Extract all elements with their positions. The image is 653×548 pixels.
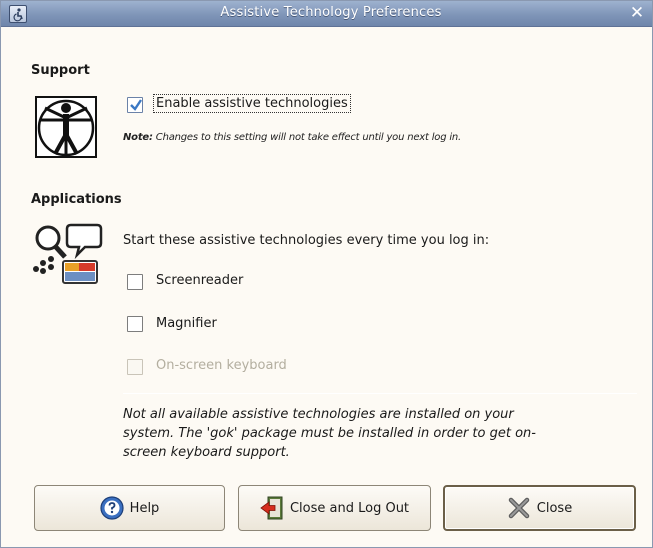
onscreen-keyboard-checkbox xyxy=(127,359,143,375)
magnifier-checkbox[interactable] xyxy=(127,316,143,332)
applications-heading: Applications xyxy=(31,192,122,207)
support-heading: Support xyxy=(31,63,90,78)
note-text: Changes to this setting will not take ef… xyxy=(152,132,462,143)
preferences-dialog: Assistive Technology Preferences ✕ Suppo… xyxy=(0,0,653,548)
screenreader-checkbox[interactable] xyxy=(127,274,143,290)
install-info-text: Not all available assistive technologies… xyxy=(123,407,536,460)
close-x-icon xyxy=(508,497,530,519)
help-icon xyxy=(100,496,124,520)
apps-intro-text: Start these assistive technologies every… xyxy=(123,233,490,248)
window-title: Assistive Technology Preferences xyxy=(220,5,442,20)
restart-note: Note: Changes to this setting will not t… xyxy=(123,132,461,143)
magnifier-label[interactable]: Magnifier xyxy=(156,316,217,331)
close-label: Close xyxy=(536,500,573,516)
separator xyxy=(123,393,637,394)
logout-door-icon xyxy=(260,496,283,520)
onscreen-keyboard-label: On-screen keyboard xyxy=(156,358,287,373)
help-label: Help xyxy=(129,500,160,516)
window-menu-icon[interactable] xyxy=(9,5,27,23)
title-bar[interactable]: Assistive Technology Preferences ✕ xyxy=(1,1,652,27)
enable-assistive-checkbox[interactable] xyxy=(127,97,143,113)
close-and-logout-button[interactable]: Close and Log Out xyxy=(238,485,431,531)
accessibility-apps-icon xyxy=(31,223,103,287)
close-button[interactable]: Close xyxy=(443,485,636,531)
note-prefix: Note: xyxy=(123,132,153,143)
vitruvian-man-icon xyxy=(33,94,99,160)
screenreader-label[interactable]: Screenreader xyxy=(156,273,243,288)
enable-assistive-label[interactable]: Enable assistive technologies xyxy=(153,94,351,113)
close-icon[interactable]: ✕ xyxy=(628,4,646,22)
logout-label: Close and Log Out xyxy=(289,500,410,516)
help-button[interactable]: Help xyxy=(34,485,225,531)
